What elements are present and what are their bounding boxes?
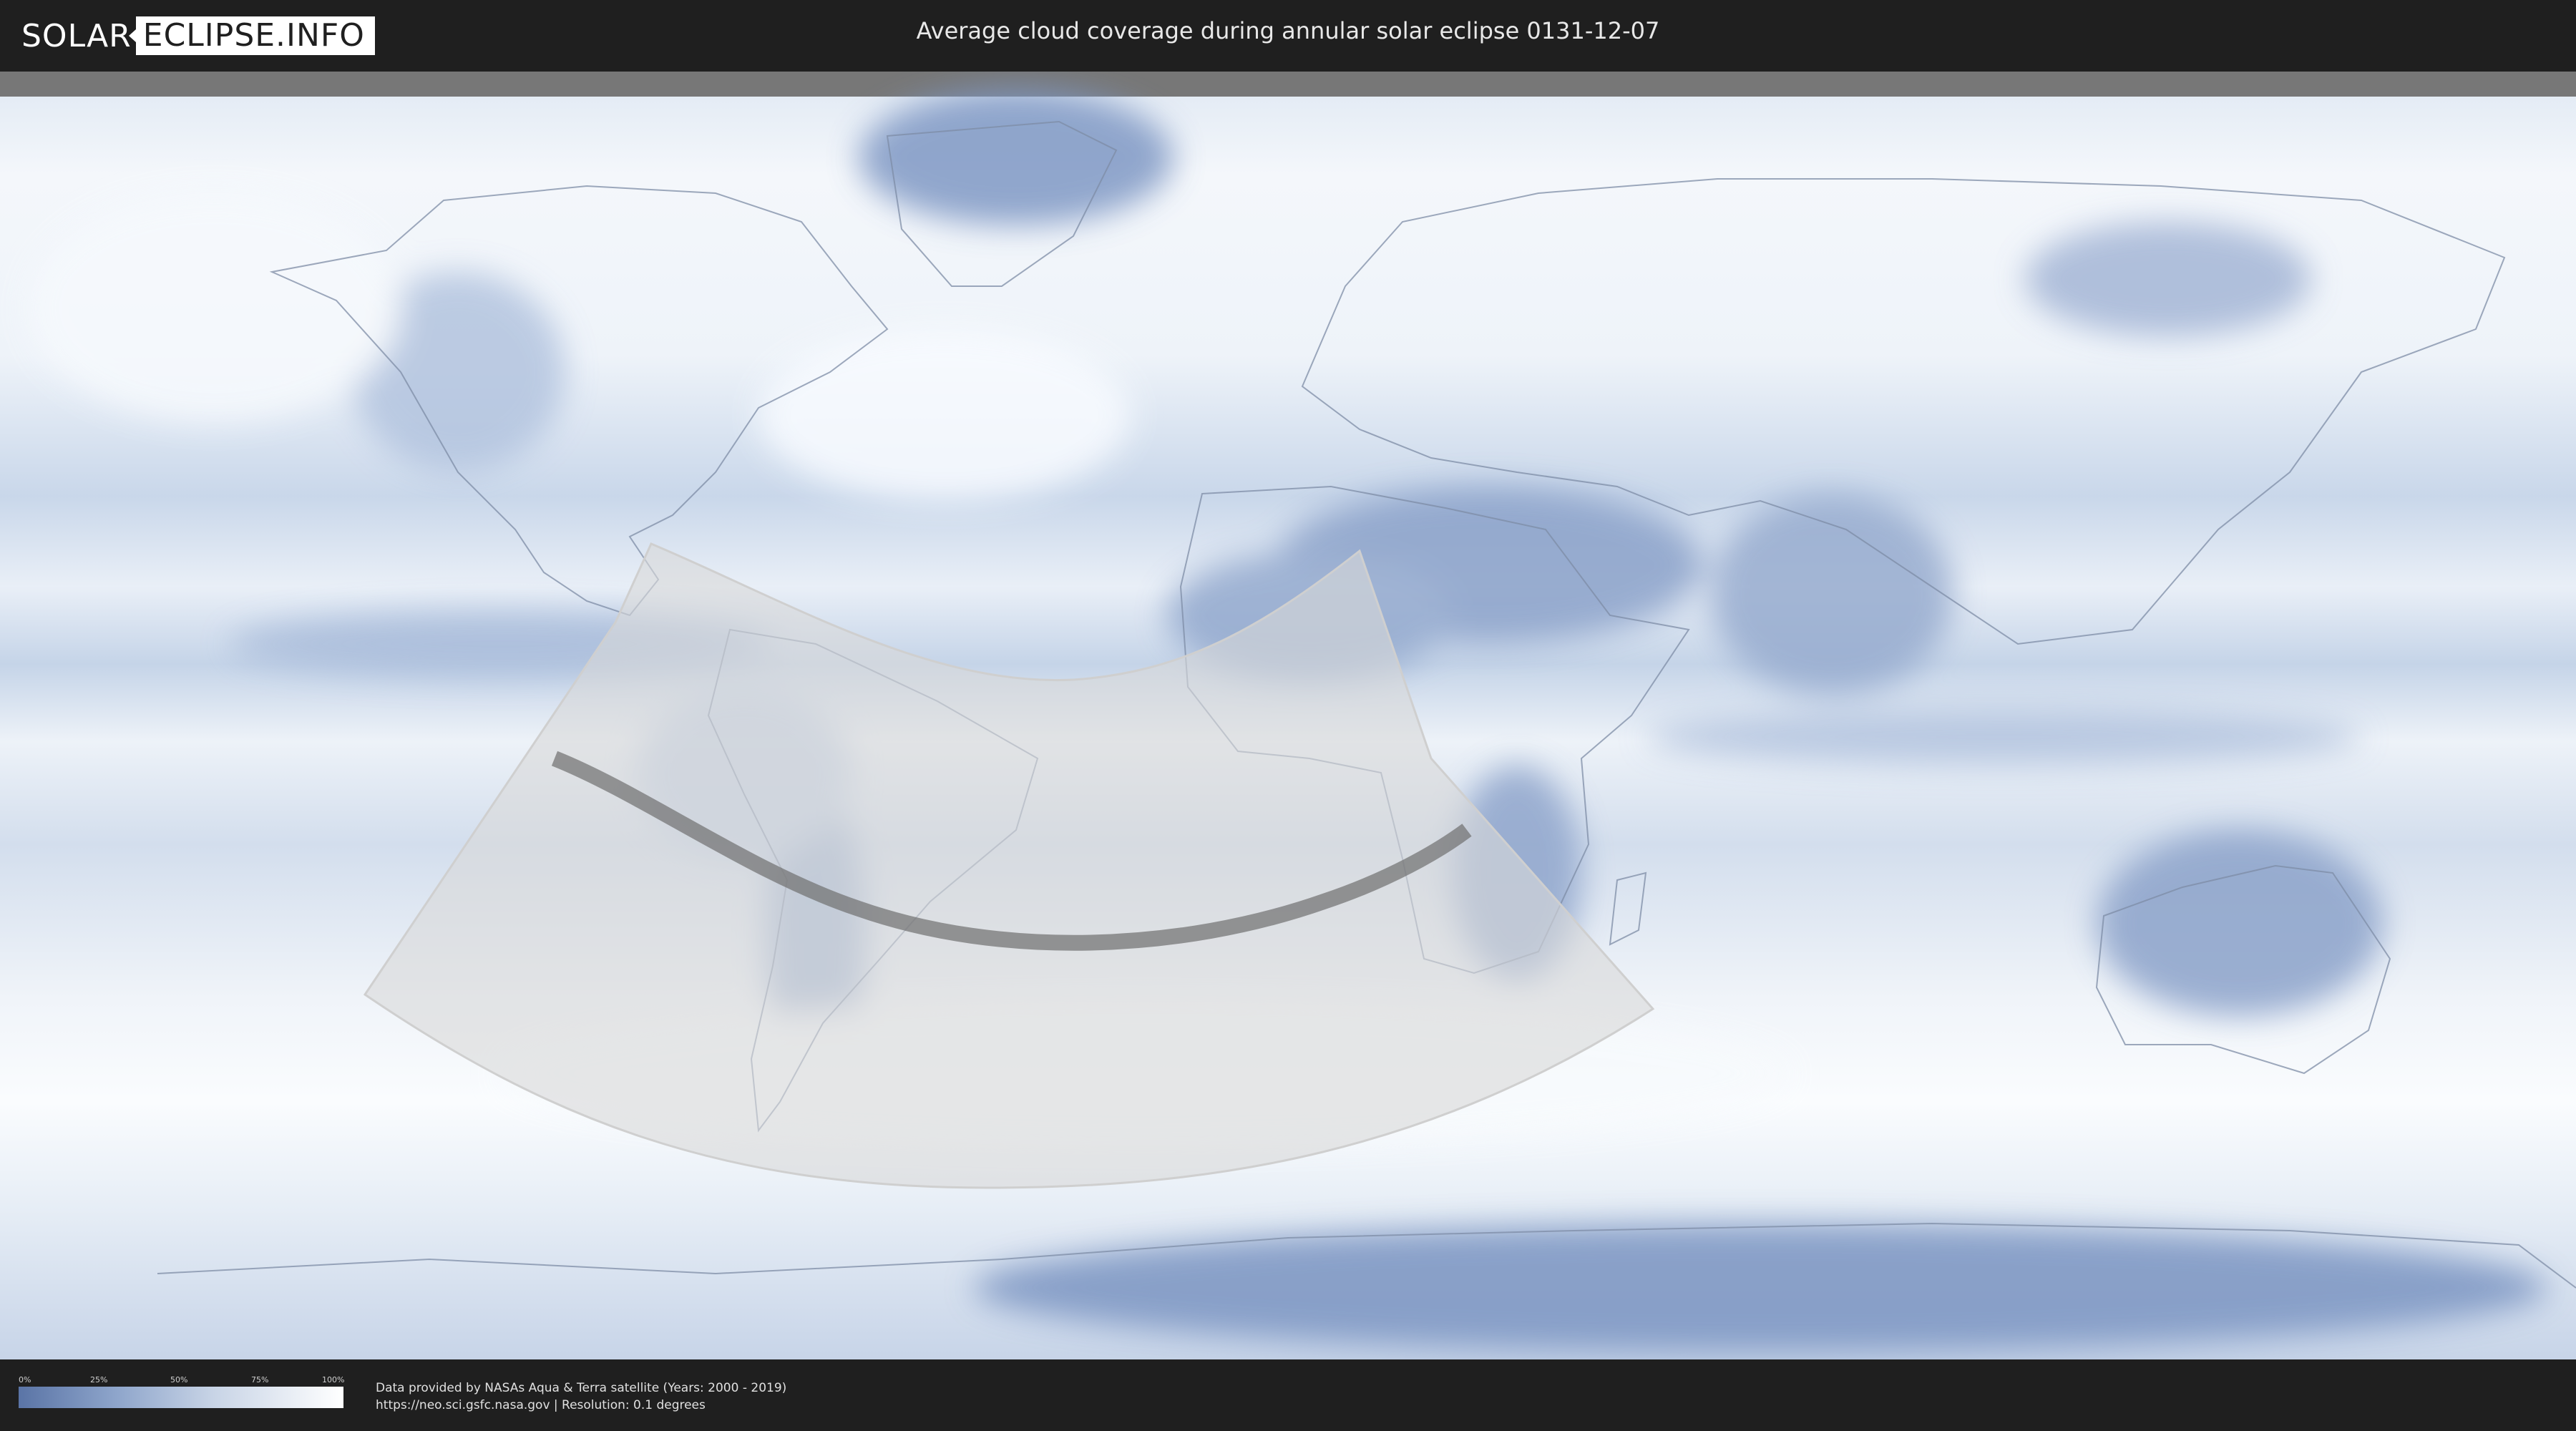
legend-tick-25: 25% [90, 1375, 108, 1384]
page-title: Average cloud coverage during annular so… [916, 17, 1660, 44]
legend-ticks: 0% 25% 50% 75% 100% [19, 1375, 345, 1387]
cloud-coverage-map[interactable] [0, 72, 2576, 1359]
map-svg [0, 72, 2576, 1359]
data-source: Data provided by NASAs Aqua & Terra sate… [376, 1379, 786, 1414]
legend-tick-50: 50% [170, 1375, 188, 1384]
map-top-edge [0, 72, 2576, 97]
legend-tick-100: 100% [322, 1375, 345, 1384]
legend-tick-75: 75% [251, 1375, 269, 1384]
source-line-1: Data provided by NASAs Aqua & Terra sate… [376, 1381, 787, 1395]
cloud-legend: 0% 25% 50% 75% 100% [19, 1375, 345, 1408]
source-line-2[interactable]: https://neo.sci.gsfc.nasa.gov | Resoluti… [376, 1397, 786, 1414]
header-bar: SOLAR ECLIPSE.INFO Average cloud coverag… [0, 0, 2576, 72]
legend-color-bar [19, 1387, 343, 1408]
legend-tick-0: 0% [19, 1375, 31, 1384]
footer-bar: 0% 25% 50% 75% 100% Data provided by NAS… [0, 1359, 2576, 1431]
